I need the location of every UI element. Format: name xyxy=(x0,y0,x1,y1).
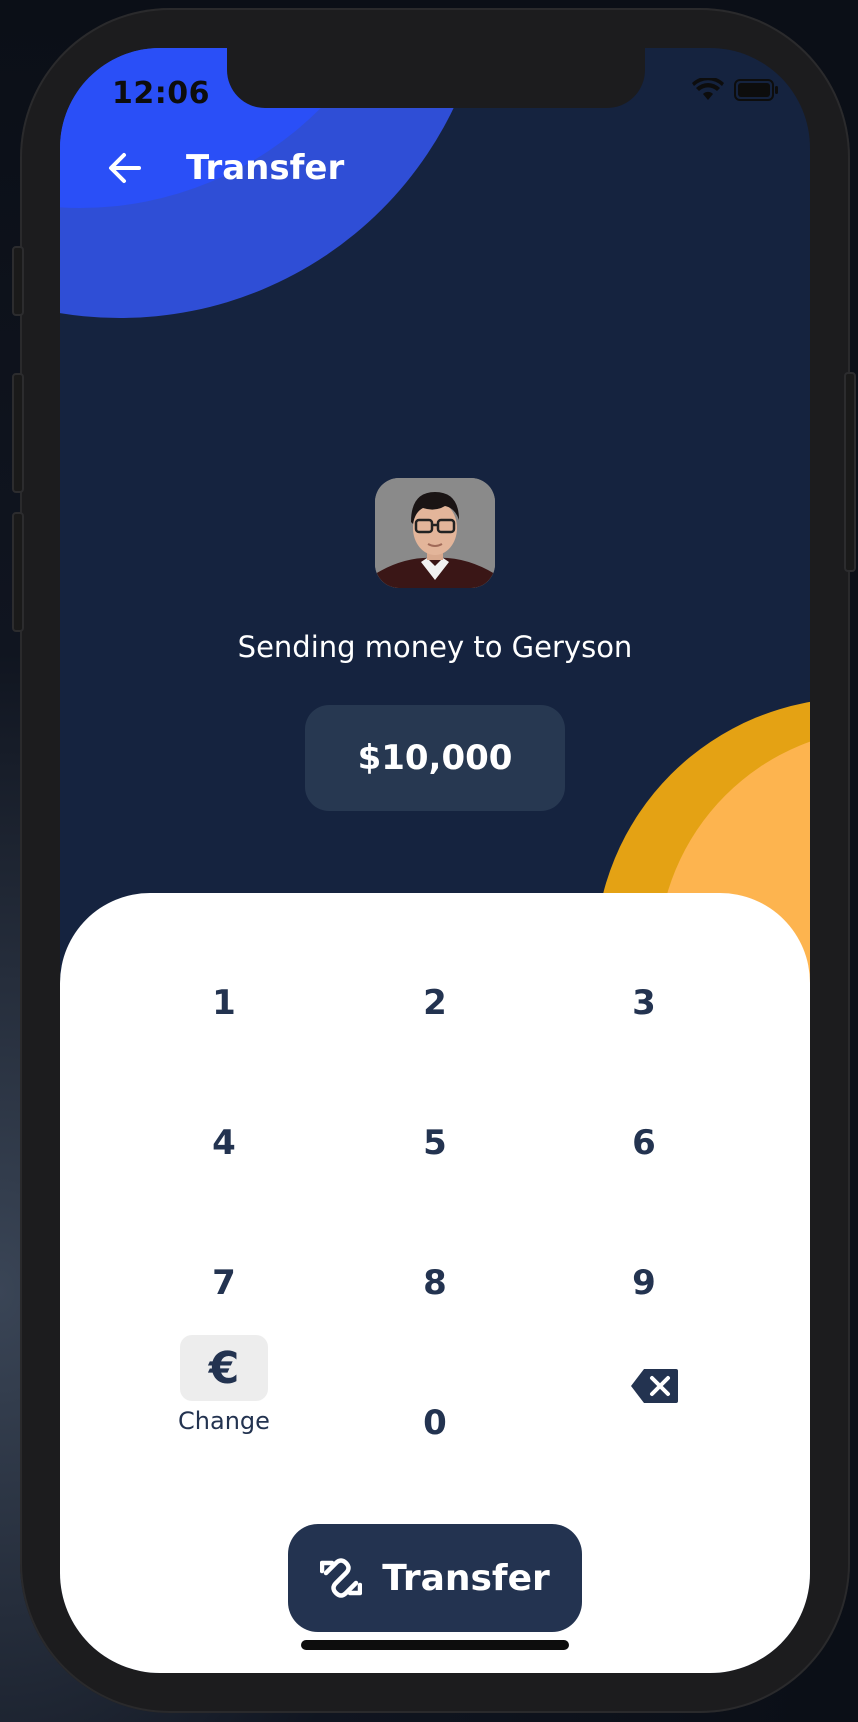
key-3[interactable]: 3 xyxy=(584,963,704,1043)
power-button xyxy=(844,372,856,572)
key-2[interactable]: 2 xyxy=(375,963,495,1043)
key-7[interactable]: 7 xyxy=(164,1243,284,1323)
key-0[interactable]: 0 xyxy=(375,1383,495,1463)
change-currency-button[interactable]: € Change xyxy=(164,1335,284,1435)
home-indicator xyxy=(301,1640,569,1650)
back-button[interactable] xyxy=(106,149,144,187)
app-header: Transfer xyxy=(106,148,344,188)
status-time: 12:06 xyxy=(112,76,210,111)
transfer-icon xyxy=(320,1558,363,1598)
screen: 12:06 Transfer Sending money to Geryson … xyxy=(60,48,810,1673)
status-icons xyxy=(692,78,780,102)
page-title: Transfer xyxy=(186,148,345,188)
volume-down-button xyxy=(12,512,24,632)
battery-icon xyxy=(734,79,778,101)
wifi-icon xyxy=(692,78,724,100)
backspace-button[interactable] xyxy=(620,1361,690,1411)
key-1[interactable]: 1 xyxy=(164,963,284,1043)
arrow-left-icon xyxy=(109,153,141,183)
key-9[interactable]: 9 xyxy=(584,1243,704,1323)
key-5[interactable]: 5 xyxy=(375,1103,495,1183)
key-4[interactable]: 4 xyxy=(164,1103,284,1183)
euro-icon: € xyxy=(180,1335,268,1401)
mute-switch xyxy=(12,246,24,316)
transfer-button[interactable]: Transfer xyxy=(288,1524,582,1632)
volume-up-button xyxy=(12,373,24,493)
amount-value: $10,000 xyxy=(357,738,513,778)
recipient-avatar xyxy=(375,478,495,588)
key-8[interactable]: 8 xyxy=(375,1243,495,1323)
sending-money-text: Sending money to Geryson xyxy=(237,630,633,664)
backspace-icon xyxy=(631,1369,678,1403)
change-label: Change xyxy=(178,1407,270,1435)
amount-display: $10,000 xyxy=(305,705,565,811)
transfer-button-label: Transfer xyxy=(382,1557,550,1599)
notch xyxy=(227,48,645,108)
key-6[interactable]: 6 xyxy=(584,1103,704,1183)
